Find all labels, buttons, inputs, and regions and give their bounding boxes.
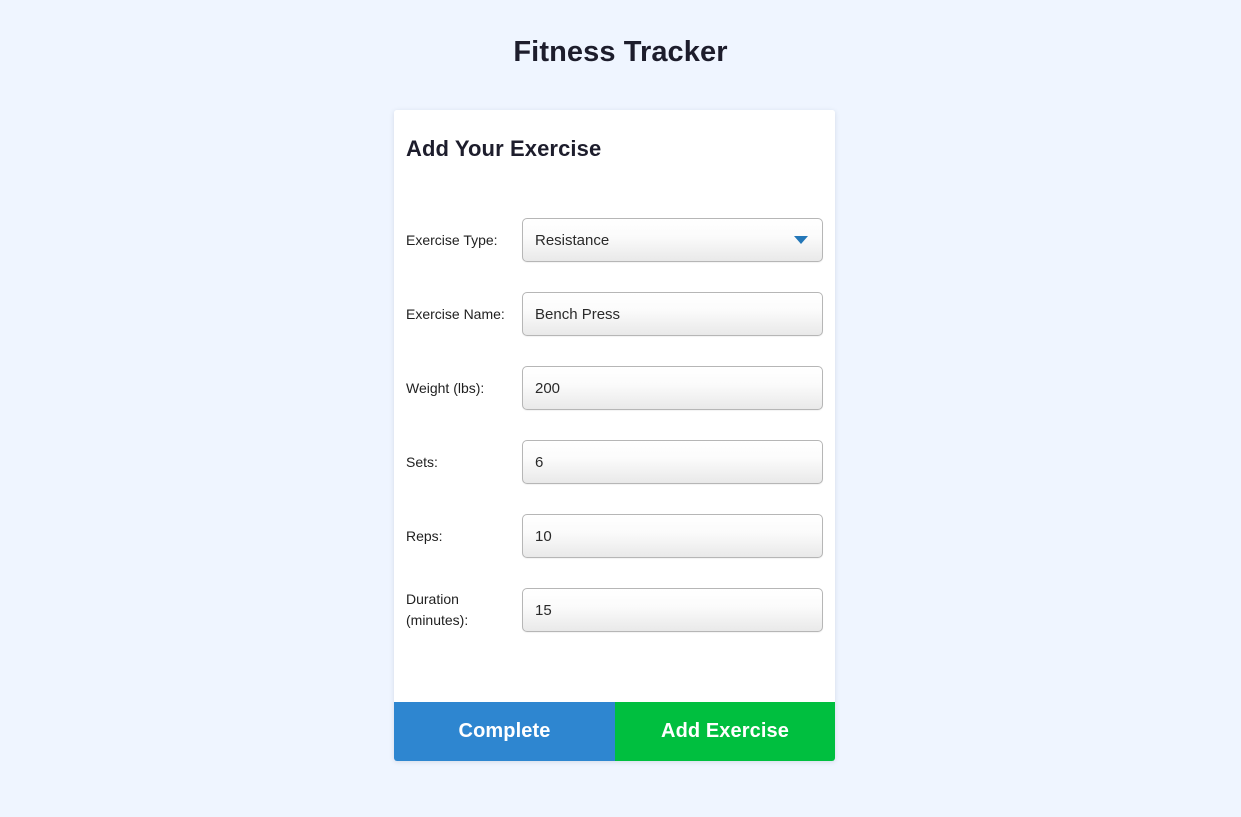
exercise-name-input[interactable]: Bench Press: [522, 292, 823, 336]
label-exercise-type: Exercise Type:: [406, 231, 498, 248]
form-row-duration: Duration (minutes): 15: [394, 588, 835, 632]
complete-button[interactable]: Complete: [394, 702, 615, 761]
weight-value: 200: [535, 379, 561, 397]
weight-input[interactable]: 200: [522, 366, 823, 410]
form-row-sets: Sets: 6: [394, 440, 835, 484]
exercise-type-select[interactable]: Resistance: [522, 218, 823, 262]
chevron-down-icon: [794, 236, 808, 244]
exercise-name-value: Bench Press: [535, 305, 621, 323]
add-exercise-button[interactable]: Add Exercise: [615, 702, 835, 761]
duration-input[interactable]: 15: [522, 588, 823, 632]
label-duration: Duration (minutes):: [406, 591, 469, 628]
reps-input[interactable]: 10: [522, 514, 823, 558]
label-sets: Sets:: [406, 453, 438, 470]
reps-value: 10: [535, 527, 552, 545]
exercise-type-value: Resistance: [535, 231, 610, 249]
form-row-reps: Reps: 10: [394, 514, 835, 558]
form-row-weight: Weight (lbs): 200: [394, 366, 835, 410]
label-exercise-name: Exercise Name:: [406, 305, 505, 322]
sets-input[interactable]: 6: [522, 440, 823, 484]
card-heading: Add Your Exercise: [406, 136, 602, 161]
page-title: Fitness Tracker: [513, 36, 728, 68]
exercise-form: Exercise Type: Resistance Exercise Name:…: [394, 218, 835, 662]
sets-value: 6: [535, 453, 544, 471]
card-body: Add Your Exercise Exercise Type: Resista…: [394, 110, 835, 702]
duration-value: 15: [535, 601, 552, 619]
add-exercise-card: Add Your Exercise Exercise Type: Resista…: [394, 110, 835, 761]
label-weight: Weight (lbs):: [406, 379, 485, 396]
form-row-exercise-name: Exercise Name: Bench Press: [394, 292, 835, 336]
form-row-exercise-type: Exercise Type: Resistance: [394, 218, 835, 262]
card-footer: Complete Add Exercise: [394, 702, 835, 761]
label-reps: Reps:: [406, 527, 443, 544]
